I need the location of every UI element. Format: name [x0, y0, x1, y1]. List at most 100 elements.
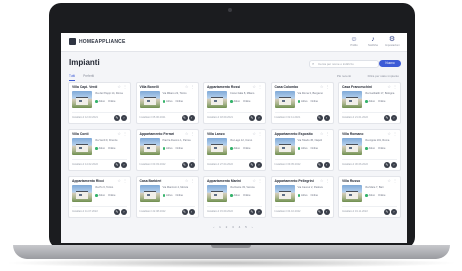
more-icon[interactable]: ⋮ — [258, 178, 262, 183]
install-date: Installato il 19.11.2022 — [342, 210, 368, 213]
plant-card[interactable]: Appartamento Pellegrini ☆ ⋮ Via Cavour 2… — [270, 176, 334, 218]
plant-card[interactable]: Villa Bonelli ☆ ⋮ Via Milano 22, Torino … — [135, 82, 199, 124]
more-icon[interactable]: ⋮ — [123, 84, 127, 89]
open-icon[interactable]: › — [391, 115, 397, 121]
more-icon[interactable]: ⋮ — [191, 131, 195, 136]
user-menu-button[interactable]: ☺ Profilo — [347, 36, 361, 47]
edit-icon[interactable]: ✎ — [384, 209, 390, 215]
star-icon[interactable]: ☆ — [117, 84, 121, 89]
card-address: Via Cavour 2, Padova — [297, 186, 323, 189]
open-icon[interactable]: › — [323, 162, 330, 168]
plant-card[interactable]: Villa Conti ☆ ⋮ Via Verdi 9, Firenze Att… — [68, 129, 131, 171]
status-badge: Attivo — [95, 147, 105, 150]
tab-all[interactable]: Tutti — [69, 74, 76, 81]
star-icon[interactable]: ☆ — [252, 131, 256, 136]
plant-card[interactable]: Villa Lanzo ☆ ⋮ Via Lago 12, Como Attivo… — [203, 129, 266, 171]
laptop-notch — [211, 245, 251, 248]
edit-icon[interactable]: ✎ — [181, 209, 188, 215]
edit-icon[interactable]: ✎ — [316, 209, 323, 215]
logo[interactable]: HOMEAPPLIANCE — [69, 38, 126, 45]
status-badge: Online — [310, 147, 319, 150]
open-icon[interactable]: › — [256, 115, 262, 121]
plant-card[interactable]: Villa Russo ☆ ⋮ Via Mare 7, Bari Attivo … — [338, 176, 401, 218]
tab-favorites[interactable]: Preferiti — [83, 74, 94, 81]
star-icon[interactable]: ☆ — [185, 178, 189, 183]
star-icon[interactable]: ☆ — [320, 131, 324, 136]
edit-icon[interactable]: ✎ — [114, 115, 120, 121]
more-icon[interactable]: ⋮ — [123, 178, 127, 183]
more-icon[interactable]: ⋮ — [393, 84, 397, 89]
edit-icon[interactable]: ✎ — [249, 209, 255, 215]
more-icon[interactable]: ⋮ — [393, 131, 397, 136]
plant-card[interactable]: Appartamento Esposito ☆ ⋮ Via Toledo 45,… — [270, 129, 334, 171]
card-address: Via Mare 7, Bari — [365, 186, 384, 189]
star-icon[interactable]: ☆ — [387, 84, 391, 89]
edit-icon[interactable]: ✎ — [316, 162, 323, 168]
star-icon[interactable]: ☆ — [252, 178, 256, 183]
more-icon[interactable]: ⋮ — [326, 84, 330, 89]
status-filter-dropdown[interactable]: Filtra per stato impianto — [368, 74, 399, 78]
plant-card[interactable]: Appartamento Marini ☆ ⋮ Via Dante 33, Ve… — [203, 176, 266, 218]
open-icon[interactable]: › — [188, 162, 195, 168]
plant-card[interactable]: Casa Colombo ☆ ⋮ Via Roma 3, Bergamo Att… — [270, 82, 334, 124]
logo-text: HOMEAPPLIANCE — [79, 38, 126, 45]
edit-icon[interactable]: ✎ — [384, 115, 390, 121]
edit-icon[interactable]: ✎ — [114, 162, 120, 168]
edit-icon[interactable]: ✎ — [181, 162, 188, 168]
star-icon[interactable]: ☆ — [117, 131, 121, 136]
more-icon[interactable]: ⋮ — [123, 131, 127, 136]
edit-icon[interactable]: ✎ — [249, 115, 255, 121]
page-title: Impianti — [69, 58, 100, 67]
open-icon[interactable]: › — [121, 115, 127, 121]
house-photo — [342, 185, 362, 202]
edit-icon[interactable]: ✎ — [181, 115, 188, 121]
status-badge: Online — [243, 194, 251, 197]
star-icon[interactable]: ☆ — [387, 131, 391, 136]
more-icon[interactable]: ⋮ — [258, 131, 262, 136]
new-plant-button[interactable]: Nuovo — [379, 60, 401, 67]
plant-card[interactable]: Villa Capi. Verdi ☆ ⋮ Via dei Pioppi 14,… — [68, 82, 131, 124]
open-icon[interactable]: › — [323, 209, 330, 215]
plant-card[interactable]: Appartamento Rossi ☆ ⋮ Corso Italia 8, M… — [203, 82, 266, 124]
open-icon[interactable]: › — [121, 162, 127, 168]
star-icon[interactable]: ☆ — [320, 84, 324, 89]
star-icon[interactable]: ☆ — [117, 178, 121, 183]
more-icon[interactable]: ⋮ — [191, 84, 195, 89]
search-input[interactable]: ⌕ Cerca per nome o indirizzo — [309, 60, 379, 68]
plant-card[interactable]: Villa Romano ☆ ⋮ Via Appia 101, Roma Att… — [338, 129, 401, 171]
open-icon[interactable]: › — [391, 209, 397, 215]
open-icon[interactable]: › — [121, 209, 127, 215]
open-icon[interactable]: › — [323, 115, 330, 121]
plant-card[interactable]: Appartamento Ferrari ☆ ⋮ Piazza Duomo 1,… — [135, 129, 199, 171]
plant-card[interactable]: Appartamento Ricci ☆ ⋮ Via Po 6, Torino … — [68, 176, 131, 218]
settings-button[interactable]: ⚙ Impostazioni — [385, 36, 400, 47]
open-icon[interactable]: › — [256, 162, 262, 168]
open-icon[interactable]: › — [188, 115, 195, 121]
more-icon[interactable]: ⋮ — [393, 178, 397, 183]
star-icon[interactable]: ☆ — [320, 178, 324, 183]
more-icon[interactable]: ⋮ — [191, 178, 195, 183]
notifications-button[interactable]: ♪ Notifiche — [366, 36, 380, 47]
plant-card[interactable]: Casa Barbieri ☆ ⋮ Via Manzoni 4, Monza A… — [135, 176, 199, 218]
star-icon[interactable]: ☆ — [252, 84, 256, 89]
card-title: Villa Bonelli — [139, 85, 159, 89]
edit-icon[interactable]: ✎ — [384, 162, 390, 168]
open-icon[interactable]: › — [188, 209, 195, 215]
more-icon[interactable]: ⋮ — [326, 131, 330, 136]
sort-dropdown[interactable]: Più recenti — [337, 74, 351, 78]
more-icon[interactable]: ⋮ — [258, 84, 262, 89]
open-icon[interactable]: › — [391, 162, 397, 168]
install-date: Installato il 21.01.2022 — [342, 116, 368, 119]
star-icon[interactable]: ☆ — [185, 84, 189, 89]
pagination[interactable]: ‹ 1 2 3 4 5 › — [61, 225, 407, 229]
open-icon[interactable]: › — [256, 209, 262, 215]
notifications-label: Notifiche — [367, 44, 379, 47]
star-icon[interactable]: ☆ — [185, 131, 189, 136]
edit-icon[interactable]: ✎ — [114, 209, 120, 215]
star-icon[interactable]: ☆ — [387, 178, 391, 183]
search-placeholder: Cerca per nome o indirizzo — [318, 62, 354, 66]
edit-icon[interactable]: ✎ — [249, 162, 255, 168]
plant-card[interactable]: Casa Franceschini ☆ ⋮ Via Garibaldi 17, … — [338, 82, 401, 124]
more-icon[interactable]: ⋮ — [326, 178, 330, 183]
edit-icon[interactable]: ✎ — [316, 115, 323, 121]
